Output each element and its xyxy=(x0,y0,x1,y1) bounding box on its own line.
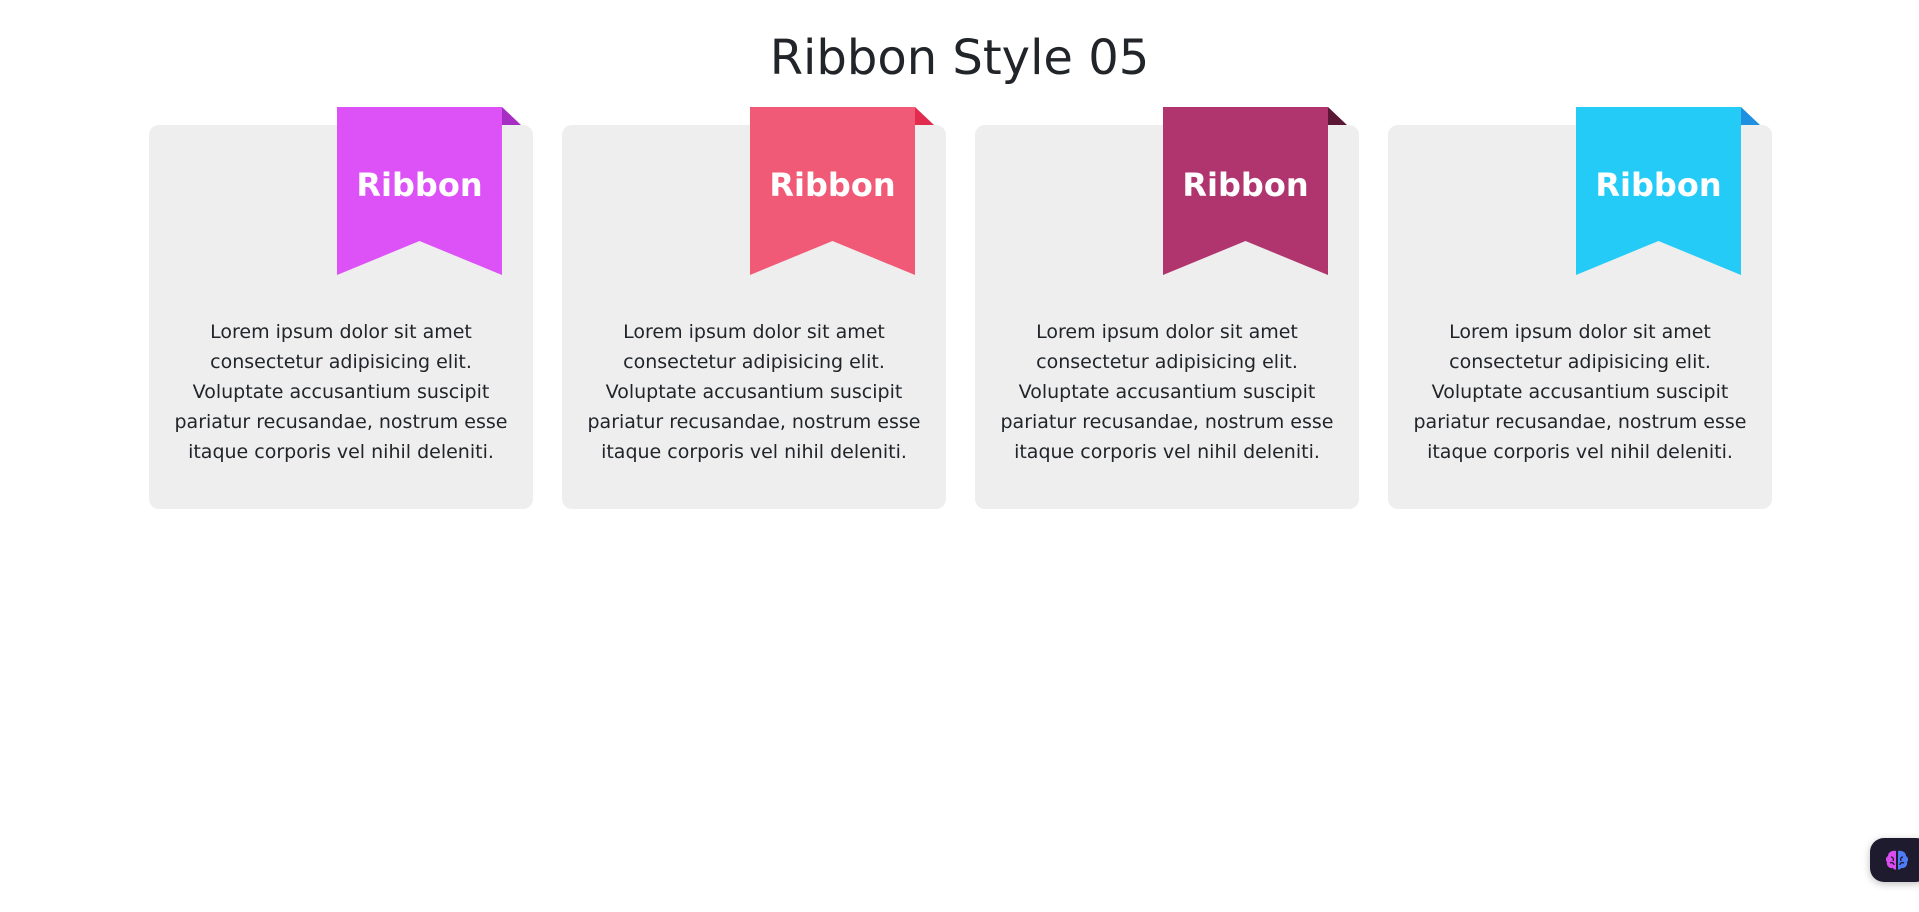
ribbon: Ribbon xyxy=(337,107,521,275)
card-text: Lorem ipsum dolor sit amet consectetur a… xyxy=(587,321,921,463)
page: Ribbon Style 05 Ribbon Lorem ipsum dolor… xyxy=(0,0,1919,912)
ribbon: Ribbon xyxy=(1576,107,1760,275)
page-title: Ribbon Style 05 xyxy=(769,30,1150,86)
ribbon: Ribbon xyxy=(1163,107,1347,275)
ribbon-card: Ribbon Lorem ipsum dolor sit amet consec… xyxy=(149,107,533,509)
card-text: Lorem ipsum dolor sit amet consectetur a… xyxy=(1413,321,1747,463)
ribbon-fold xyxy=(1328,107,1347,125)
ribbon-fold xyxy=(1741,107,1760,125)
ribbon-card: Ribbon Lorem ipsum dolor sit amet consec… xyxy=(1388,107,1772,509)
ribbon-fold xyxy=(502,107,521,125)
ribbon-card: Ribbon Lorem ipsum dolor sit amet consec… xyxy=(975,107,1359,509)
ribbon-label: Ribbon xyxy=(1182,166,1309,204)
ribbon: Ribbon xyxy=(750,107,934,275)
ribbon-fold xyxy=(915,107,934,125)
brain-icon xyxy=(1885,850,1909,870)
ribbon-card: Ribbon Lorem ipsum dolor sit amet consec… xyxy=(562,107,946,509)
assistant-button[interactable] xyxy=(1870,838,1919,882)
card-text: Lorem ipsum dolor sit amet consectetur a… xyxy=(174,321,508,463)
ribbon-label: Ribbon xyxy=(769,166,896,204)
ribbon-label: Ribbon xyxy=(1595,166,1722,204)
card-text: Lorem ipsum dolor sit amet consectetur a… xyxy=(1000,321,1334,463)
ribbon-label: Ribbon xyxy=(356,166,483,204)
